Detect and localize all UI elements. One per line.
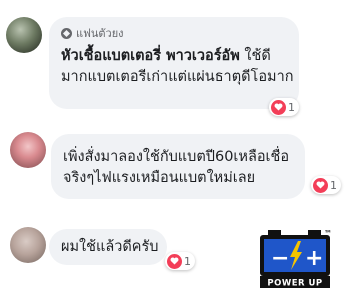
reaction-number: 1 [288,100,295,114]
heart-icon [271,99,286,115]
comment-text-line: มากแบตเตอรีเก่าแต่แผ่นธาตุดีโอมาก [61,69,294,85]
heart-icon [313,177,328,193]
power-up-label: POWER UP [267,279,322,289]
comment-text-line: หัวเชื้อแบตเตอรี่ พาวเวอร์อัพ ใช้ดี [61,46,287,67]
reaction-number: 1 [330,178,337,192]
top-fan-badge: แฟนตัวยง [61,26,287,40]
comment-text-line: ผมใช้แล้วดีครับ [61,239,159,255]
minus-sign: − [271,246,289,271]
comment-bubble: เพิ่งสั่งมาลองใช้กับแบตปี60เหลือเชื่อ จร… [51,134,305,199]
reaction-count[interactable]: 1 [269,98,299,116]
top-fan-label: แฟนตัวยง [76,27,124,40]
comment-bubble: ผมใช้แล้วดีครับ [49,229,167,265]
plus-sign: + [305,246,323,271]
reaction-count[interactable]: 1 [311,176,341,194]
heart-icon [167,253,182,269]
reaction-number: 1 [184,254,191,268]
commenter-avatar[interactable] [10,132,46,168]
reaction-count[interactable]: 1 [165,252,195,270]
comment-text-line: เพิ่งสั่งมาลองใช้กับแบตปี60เหลือเชื่อ [63,149,290,165]
power-up-battery-logo: ™ − + POWER UP [260,229,332,289]
comment-bubble: แฟนตัวยง หัวเชื้อแบตเตอรี่ พาวเวอร์อัพ ใ… [49,17,299,109]
commenter-avatar[interactable] [6,17,42,53]
top-fan-icon [61,27,72,39]
comment-text: ใช้ดี [244,48,271,64]
commenter-avatar[interactable] [10,227,46,263]
comment-highlight: หัวเชื้อแบตเตอรี่ พาวเวอร์อัพ [61,48,240,64]
comment-text-line: จริงๆไฟแรงเหมือนแบตใหม่เลย [63,170,256,186]
